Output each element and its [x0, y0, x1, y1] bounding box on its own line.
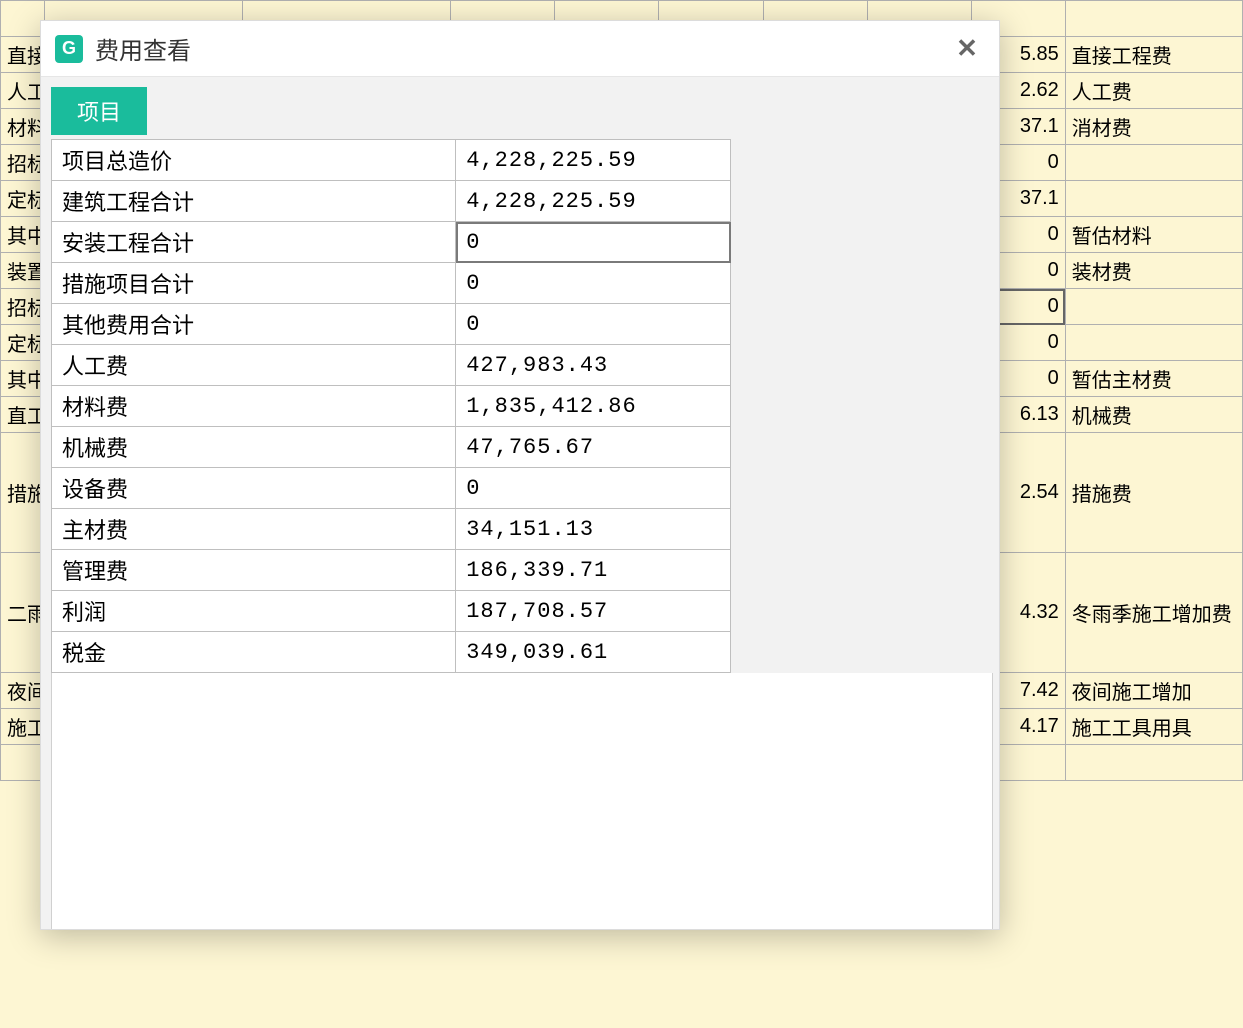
bg-cell[interactable]: 措施费	[1065, 433, 1242, 553]
fee-label[interactable]: 管理费	[52, 550, 456, 591]
fee-row[interactable]: 机械费47,765.67	[52, 427, 731, 468]
app-logo-icon: G	[55, 35, 83, 63]
fee-value[interactable]: 349,039.61	[456, 632, 731, 673]
bg-cell[interactable]: 直接	[1, 37, 45, 73]
bg-cell[interactable]: 夜间施工增加	[1065, 673, 1242, 709]
bg-cell[interactable]: 施工工具用具	[1065, 709, 1242, 745]
fee-label[interactable]: 材料费	[52, 386, 456, 427]
bg-cell[interactable]: 装材费	[1065, 253, 1242, 289]
fee-value[interactable]: 0	[456, 222, 731, 263]
bg-cell[interactable]	[1, 1, 45, 37]
fee-row[interactable]: 材料费1,835,412.86	[52, 386, 731, 427]
fee-value[interactable]: 187,708.57	[456, 591, 731, 632]
fee-row[interactable]: 人工费427,983.43	[52, 345, 731, 386]
fee-row[interactable]: 主材费34,151.13	[52, 509, 731, 550]
bg-cell[interactable]	[1, 745, 45, 781]
fee-label[interactable]: 措施项目合计	[52, 263, 456, 304]
bg-cell[interactable]: 人工费	[1065, 73, 1242, 109]
fee-value[interactable]: 186,339.71	[456, 550, 731, 591]
bg-cell[interactable]: 招标	[1, 145, 45, 181]
fee-row[interactable]: 设备费0	[52, 468, 731, 509]
dialog-title: 费用查看	[95, 31, 937, 66]
fee-label[interactable]: 机械费	[52, 427, 456, 468]
bg-cell[interactable]: 人工	[1, 73, 45, 109]
bg-cell[interactable]	[1065, 145, 1242, 181]
fee-value[interactable]: 4,228,225.59	[456, 181, 731, 222]
bg-cell[interactable]: 暂估材料	[1065, 217, 1242, 253]
dialog-titlebar[interactable]: G 费用查看 ✕	[41, 21, 999, 77]
fee-label[interactable]: 设备费	[52, 468, 456, 509]
bg-cell[interactable]: 其中	[1, 217, 45, 253]
bg-cell[interactable]	[1065, 289, 1242, 325]
fee-row[interactable]: 措施项目合计0	[52, 263, 731, 304]
fee-row[interactable]: 项目总造价4,228,225.59	[52, 140, 731, 181]
fee-row[interactable]: 建筑工程合计4,228,225.59	[52, 181, 731, 222]
fee-value[interactable]: 427,983.43	[456, 345, 731, 386]
fee-value[interactable]: 4,228,225.59	[456, 140, 731, 181]
bg-cell[interactable]	[1065, 1, 1242, 37]
bg-cell[interactable]: 施工	[1, 709, 45, 745]
fee-label[interactable]: 项目总造价	[52, 140, 456, 181]
fee-value[interactable]: 34,151.13	[456, 509, 731, 550]
fee-row[interactable]: 税金349,039.61	[52, 632, 731, 673]
close-icon[interactable]: ✕	[949, 31, 985, 67]
fee-row[interactable]: 其他费用合计0	[52, 304, 731, 345]
fee-label[interactable]: 主材费	[52, 509, 456, 550]
fee-label[interactable]: 建筑工程合计	[52, 181, 456, 222]
bg-cell[interactable]	[1065, 745, 1242, 781]
bg-cell[interactable]: 招标	[1, 289, 45, 325]
fee-label[interactable]: 安装工程合计	[52, 222, 456, 263]
bg-cell[interactable]: 二雨	[1, 553, 45, 673]
bg-cell[interactable]: 夜间	[1, 673, 45, 709]
bg-cell[interactable]: 其中	[1, 361, 45, 397]
bg-cell[interactable]: 定标	[1, 181, 45, 217]
bg-cell[interactable]	[1065, 325, 1242, 361]
bg-cell[interactable]: 措施	[1, 433, 45, 553]
fee-value[interactable]: 47,765.67	[456, 427, 731, 468]
bg-cell[interactable]: 材料	[1, 109, 45, 145]
fee-label[interactable]: 税金	[52, 632, 456, 673]
tab-project[interactable]: 项目	[51, 87, 147, 135]
dialog-blank-area	[51, 673, 993, 929]
dialog-body: 项目 项目总造价4,228,225.59建筑工程合计4,228,225.59安装…	[41, 77, 999, 929]
fee-view-dialog: G 费用查看 ✕ 项目 项目总造价4,228,225.59建筑工程合计4,228…	[40, 20, 1000, 930]
fee-label[interactable]: 利润	[52, 591, 456, 632]
fee-row[interactable]: 管理费186,339.71	[52, 550, 731, 591]
fee-row[interactable]: 利润187,708.57	[52, 591, 731, 632]
fee-row[interactable]: 安装工程合计0	[52, 222, 731, 263]
fee-table[interactable]: 项目总造价4,228,225.59建筑工程合计4,228,225.59安装工程合…	[51, 139, 731, 673]
bg-cell[interactable]: 冬雨季施工增加费	[1065, 553, 1242, 673]
bg-cell[interactable]: 机械费	[1065, 397, 1242, 433]
bg-cell[interactable]: 装置	[1, 253, 45, 289]
fee-value[interactable]: 0	[456, 304, 731, 345]
bg-cell[interactable]: 暂估主材费	[1065, 361, 1242, 397]
bg-cell[interactable]: 直工	[1, 397, 45, 433]
fee-value[interactable]: 0	[456, 468, 731, 509]
bg-cell[interactable]: 定标	[1, 325, 45, 361]
bg-cell[interactable]: 直接工程费	[1065, 37, 1242, 73]
fee-label[interactable]: 人工费	[52, 345, 456, 386]
bg-cell[interactable]	[1065, 181, 1242, 217]
bg-cell[interactable]: 消材费	[1065, 109, 1242, 145]
fee-value[interactable]: 1,835,412.86	[456, 386, 731, 427]
fee-label[interactable]: 其他费用合计	[52, 304, 456, 345]
fee-value[interactable]: 0	[456, 263, 731, 304]
